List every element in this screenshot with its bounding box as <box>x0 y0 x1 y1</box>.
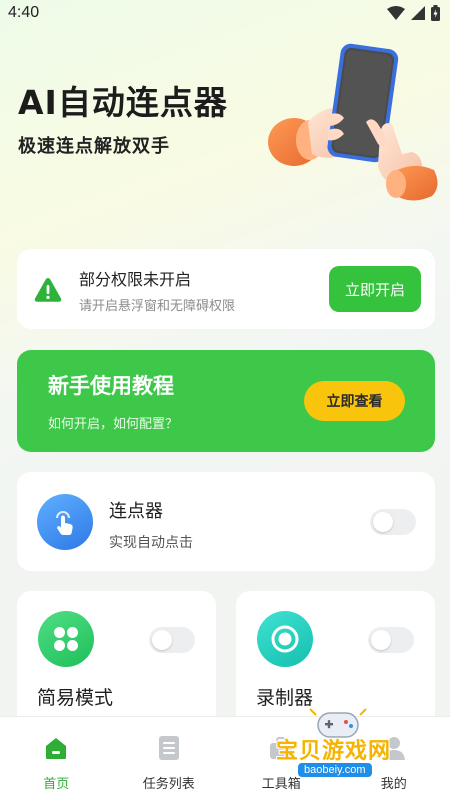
auto-clicker-card[interactable]: 连点器 实现自动点击 <box>17 472 435 571</box>
nav-item-home[interactable]: 首页 <box>0 717 113 800</box>
tutorial-description: 如何开启，如何配置？ <box>48 417 179 432</box>
profile-icon <box>382 737 405 760</box>
clicker-description: 实现自动点击 <box>109 535 193 551</box>
nav-item-profile[interactable]: 我的 <box>338 717 450 800</box>
enable-now-button[interactable]: 立即开启 <box>329 266 421 312</box>
tutorial-title: 新手使用教程 <box>48 374 174 398</box>
nav-item-task-list[interactable]: 任务列表 <box>113 717 226 800</box>
toggle-knob <box>371 630 391 650</box>
app-subtitle: 极速连点解放双手 <box>18 136 170 157</box>
recorder-card[interactable]: 录制器 <box>236 591 435 731</box>
status-bar: 4:40 <box>0 0 450 26</box>
permission-title: 部分权限未开启 <box>79 270 192 289</box>
nav-label-task-list: 任务列表 <box>142 777 195 792</box>
record-icon <box>257 611 313 667</box>
status-time: 4:40 <box>8 4 40 21</box>
clover-glyph <box>54 627 78 651</box>
app-title: AI自动连点器 <box>18 83 228 122</box>
document-list-icon <box>158 736 179 760</box>
bottom-navigation: 首页 任务列表 工具箱 我的 <box>0 716 450 800</box>
status-icons <box>387 5 440 21</box>
cellular-signal-icon <box>411 6 425 20</box>
tap-finger-glyph <box>56 511 73 535</box>
recorder-title: 录制器 <box>256 687 314 709</box>
toolbox-icon <box>270 737 293 759</box>
clicker-toggle[interactable] <box>370 509 416 535</box>
view-now-button[interactable]: 立即查看 <box>304 381 405 421</box>
simple-mode-toggle[interactable] <box>149 627 195 653</box>
wifi-icon <box>387 6 405 20</box>
warning-icon <box>34 278 62 302</box>
toggle-knob <box>152 630 172 650</box>
nav-item-toolbox[interactable]: 工具箱 <box>225 717 338 800</box>
simple-mode-card[interactable]: 简易模式 <box>17 591 216 731</box>
nav-label-profile: 我的 <box>380 777 407 792</box>
permission-description: 请开启悬浮窗和无障碍权限 <box>79 299 236 314</box>
home-icon <box>46 738 67 759</box>
beginner-tutorial-card[interactable]: 新手使用教程 如何开启，如何配置？ 立即查看 <box>17 350 435 452</box>
clicker-title: 连点器 <box>109 501 163 522</box>
permission-warning-card: 部分权限未开启 请开启悬浮窗和无障碍权限 立即开启 <box>17 249 435 329</box>
nav-label-toolbox: 工具箱 <box>261 777 301 792</box>
tap-finger-icon <box>37 494 93 550</box>
toggle-knob <box>373 512 393 532</box>
clover-icon <box>38 611 94 667</box>
hand-holding-phone-illustration <box>268 43 438 201</box>
record-glyph <box>271 625 299 653</box>
simple-mode-title: 简易模式 <box>37 687 114 709</box>
nav-label-home: 首页 <box>43 777 70 792</box>
recorder-toggle[interactable] <box>368 627 414 653</box>
battery-icon <box>431 5 440 21</box>
